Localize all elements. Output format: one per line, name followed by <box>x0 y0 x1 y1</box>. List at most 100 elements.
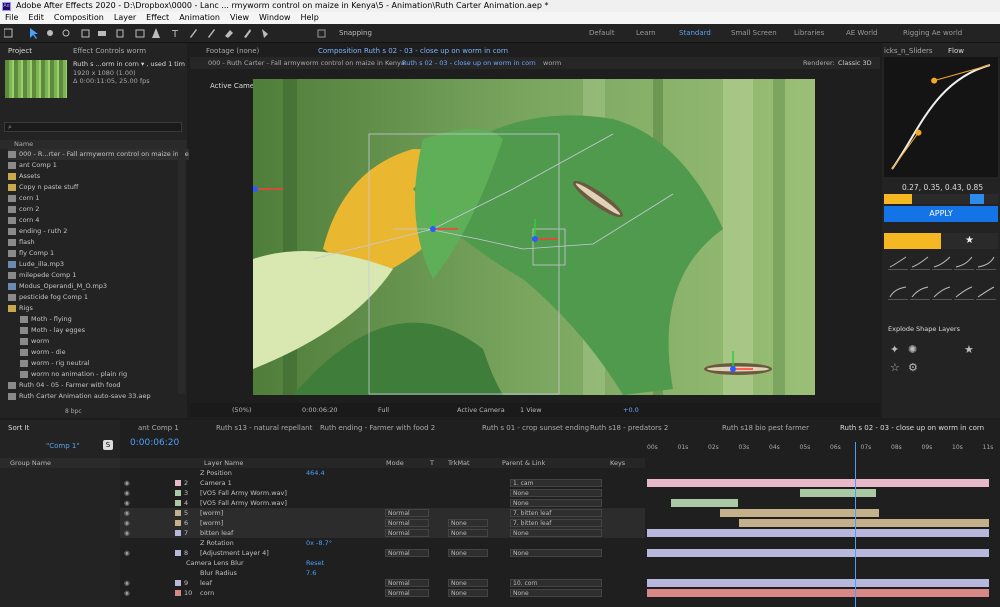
layer-duration-bar[interactable] <box>671 499 739 507</box>
project-item[interactable]: Modus_Operandi_M_O.mp3 <box>8 281 107 292</box>
apply-button[interactable]: APPLY <box>884 206 998 222</box>
current-time[interactable]: 0:00:06:20 <box>302 406 338 414</box>
mode-dropdown[interactable]: Normal <box>385 529 429 537</box>
visibility-eye-icon[interactable]: ◉ <box>124 548 130 558</box>
project-item[interactable]: flash <box>8 237 35 248</box>
breadcrumb-root[interactable]: 000 - Ruth Carter - Fall armyworm contro… <box>208 59 405 67</box>
tab-sticks-n-sliders[interactable]: icks_n_Sliders <box>884 47 933 55</box>
visibility-eye-icon[interactable]: ◉ <box>124 498 130 508</box>
preset-curve-icon[interactable] <box>954 285 974 300</box>
timeline-row[interactable]: Z Position 464.4 <box>120 468 645 478</box>
project-column-header[interactable]: Name <box>0 140 187 149</box>
project-item[interactable]: 000 - R...rter - Fall armyworm control o… <box>8 149 189 160</box>
timeline-row[interactable]: ◉ 7 bitten leaf Normal None None <box>120 528 645 538</box>
menu-edit[interactable]: Edit <box>23 12 49 24</box>
layer-duration-bar[interactable] <box>799 489 876 497</box>
project-search-input[interactable]: ⌕ <box>4 122 182 132</box>
views-dropdown[interactable]: 1 View <box>520 406 542 414</box>
project-item[interactable]: Moth - flying <box>20 314 72 325</box>
workspace-rigging-ae-world[interactable]: Rigging Ae world <box>903 29 962 37</box>
parent-dropdown[interactable]: 10. corn <box>510 579 602 587</box>
workspace-small-screen[interactable]: Small Screen <box>731 29 777 37</box>
explode-star-icon[interactable]: ✦ <box>890 343 899 356</box>
mode-dropdown[interactable]: Normal <box>385 519 429 527</box>
preset-curve-icon[interactable] <box>910 255 930 270</box>
preset-curve-icon[interactable] <box>910 285 930 300</box>
visibility-eye-icon[interactable]: ◉ <box>124 518 130 528</box>
menu-animation[interactable]: Animation <box>174 12 225 24</box>
layer-name[interactable]: leaf <box>200 578 300 588</box>
workspace-learn[interactable]: Learn <box>636 29 656 37</box>
breadcrumb-current[interactable]: Ruth s 02 - 03 - close up on worm in cor… <box>402 59 536 67</box>
project-item[interactable]: Copy n paste stuff <box>8 182 78 193</box>
project-item[interactable]: Moth - lay egges <box>20 325 85 336</box>
property-value[interactable]: 0x -8.7° <box>306 538 332 548</box>
visibility-eye-icon[interactable]: ◉ <box>124 588 130 598</box>
preset-curve-icon[interactable] <box>976 255 996 270</box>
parent-dropdown[interactable]: None <box>510 499 602 507</box>
label-color-swatch[interactable] <box>175 520 181 526</box>
layer-name[interactable]: [worm] <box>200 518 300 528</box>
layer-name[interactable]: [VO5 Fall Army Worm.wav] <box>200 488 300 498</box>
view-dropdown[interactable]: Active Camera <box>457 406 505 414</box>
flow-curve-editor[interactable] <box>884 57 998 177</box>
parent-dropdown[interactable]: None <box>510 489 602 497</box>
project-item[interactable]: ant Comp 1 <box>8 160 57 171</box>
project-item[interactable]: worm no animation - plain rig <box>20 369 127 380</box>
preset-curve-icon[interactable] <box>888 255 908 270</box>
timeline-row[interactable]: ◉ 6 [worm] Normal None 7. bitten leaf <box>120 518 645 528</box>
layer-duration-bar[interactable] <box>647 479 989 487</box>
parent-dropdown[interactable]: None <box>510 589 602 597</box>
menu-effect[interactable]: Effect <box>141 12 174 24</box>
arrow-both-icon[interactable] <box>970 194 984 204</box>
visibility-eye-icon[interactable]: ◉ <box>124 508 130 518</box>
timeline-tab[interactable]: Ruth s 02 - 03 - close up on worm in cor… <box>840 424 984 432</box>
bpc-label[interactable]: 8 bpc <box>65 408 82 415</box>
playhead[interactable] <box>855 442 856 607</box>
parent-header[interactable]: Parent & Link <box>502 459 545 467</box>
project-item[interactable]: corn 4 <box>8 215 39 226</box>
tab-sort-it[interactable]: Sort It <box>8 424 29 432</box>
timeline-row[interactable]: ◉ 2 Camera 1 1. cam <box>120 478 645 488</box>
menu-view[interactable]: View <box>225 12 254 24</box>
timeline-row[interactable]: ◉ 9 leaf Normal None 10. corn <box>120 578 645 588</box>
project-item[interactable]: corn 2 <box>8 204 39 215</box>
timeline-row[interactable]: Z Rotation 0x -8.7° <box>120 538 645 548</box>
preset-curve-icon[interactable] <box>976 285 996 300</box>
visibility-eye-icon[interactable]: ◉ <box>124 578 130 588</box>
timeline-row[interactable]: Blur Radius 7.6 <box>120 568 645 578</box>
project-item[interactable]: fly Comp 1 <box>8 248 54 259</box>
project-item[interactable]: worm - rig neutral <box>20 358 90 369</box>
parent-dropdown[interactable]: 1. cam <box>510 479 602 487</box>
project-item[interactable]: ending - ruth 2 <box>8 226 67 237</box>
timeline-row[interactable]: ◉ 8 [Adjustment Layer 4] Normal None None <box>120 548 645 558</box>
tab-footage[interactable]: Footage (none) <box>206 47 259 55</box>
project-item[interactable]: Assets <box>8 171 40 182</box>
parent-dropdown[interactable]: None <box>510 529 602 537</box>
parent-dropdown[interactable]: 7. bitten leaf <box>510 519 602 527</box>
mode-dropdown[interactable]: Normal <box>385 579 429 587</box>
layer-name[interactable]: bitten leaf <box>200 528 300 538</box>
star-outline-icon[interactable]: ☆ <box>890 361 900 374</box>
layer-name[interactable]: corn <box>200 588 300 598</box>
layer-name[interactable]: [worm] <box>200 508 300 518</box>
trkmat-dropdown[interactable]: None <box>448 519 488 527</box>
key-icon[interactable] <box>884 194 912 204</box>
parent-dropdown[interactable]: 7. bitten leaf <box>510 509 602 517</box>
project-item[interactable]: worm <box>20 336 49 347</box>
property-value[interactable]: 464.4 <box>306 468 325 478</box>
layer-duration-bar[interactable] <box>647 529 989 537</box>
trkmat-dropdown[interactable]: None <box>448 529 488 537</box>
layer-duration-bar[interactable] <box>647 589 989 597</box>
zoom-dropdown[interactable]: (50%) <box>232 406 252 414</box>
menu-help[interactable]: Help <box>296 12 324 24</box>
layer-duration-bar[interactable] <box>647 549 989 557</box>
timeline-tab[interactable]: Ruth s18 - predators 2 <box>590 424 668 432</box>
layer-name[interactable]: [Adjustment Layer 4] <box>200 548 300 558</box>
tab-composition[interactable]: Composition Ruth s 02 - 03 - close up on… <box>318 47 508 55</box>
keys-header[interactable]: Keys <box>610 459 625 467</box>
label-color-swatch[interactable] <box>175 550 181 556</box>
label-color-swatch[interactable] <box>175 510 181 516</box>
trkmat-header[interactable]: TrkMat <box>448 459 470 467</box>
project-item[interactable]: milepede Comp 1 <box>8 270 76 281</box>
